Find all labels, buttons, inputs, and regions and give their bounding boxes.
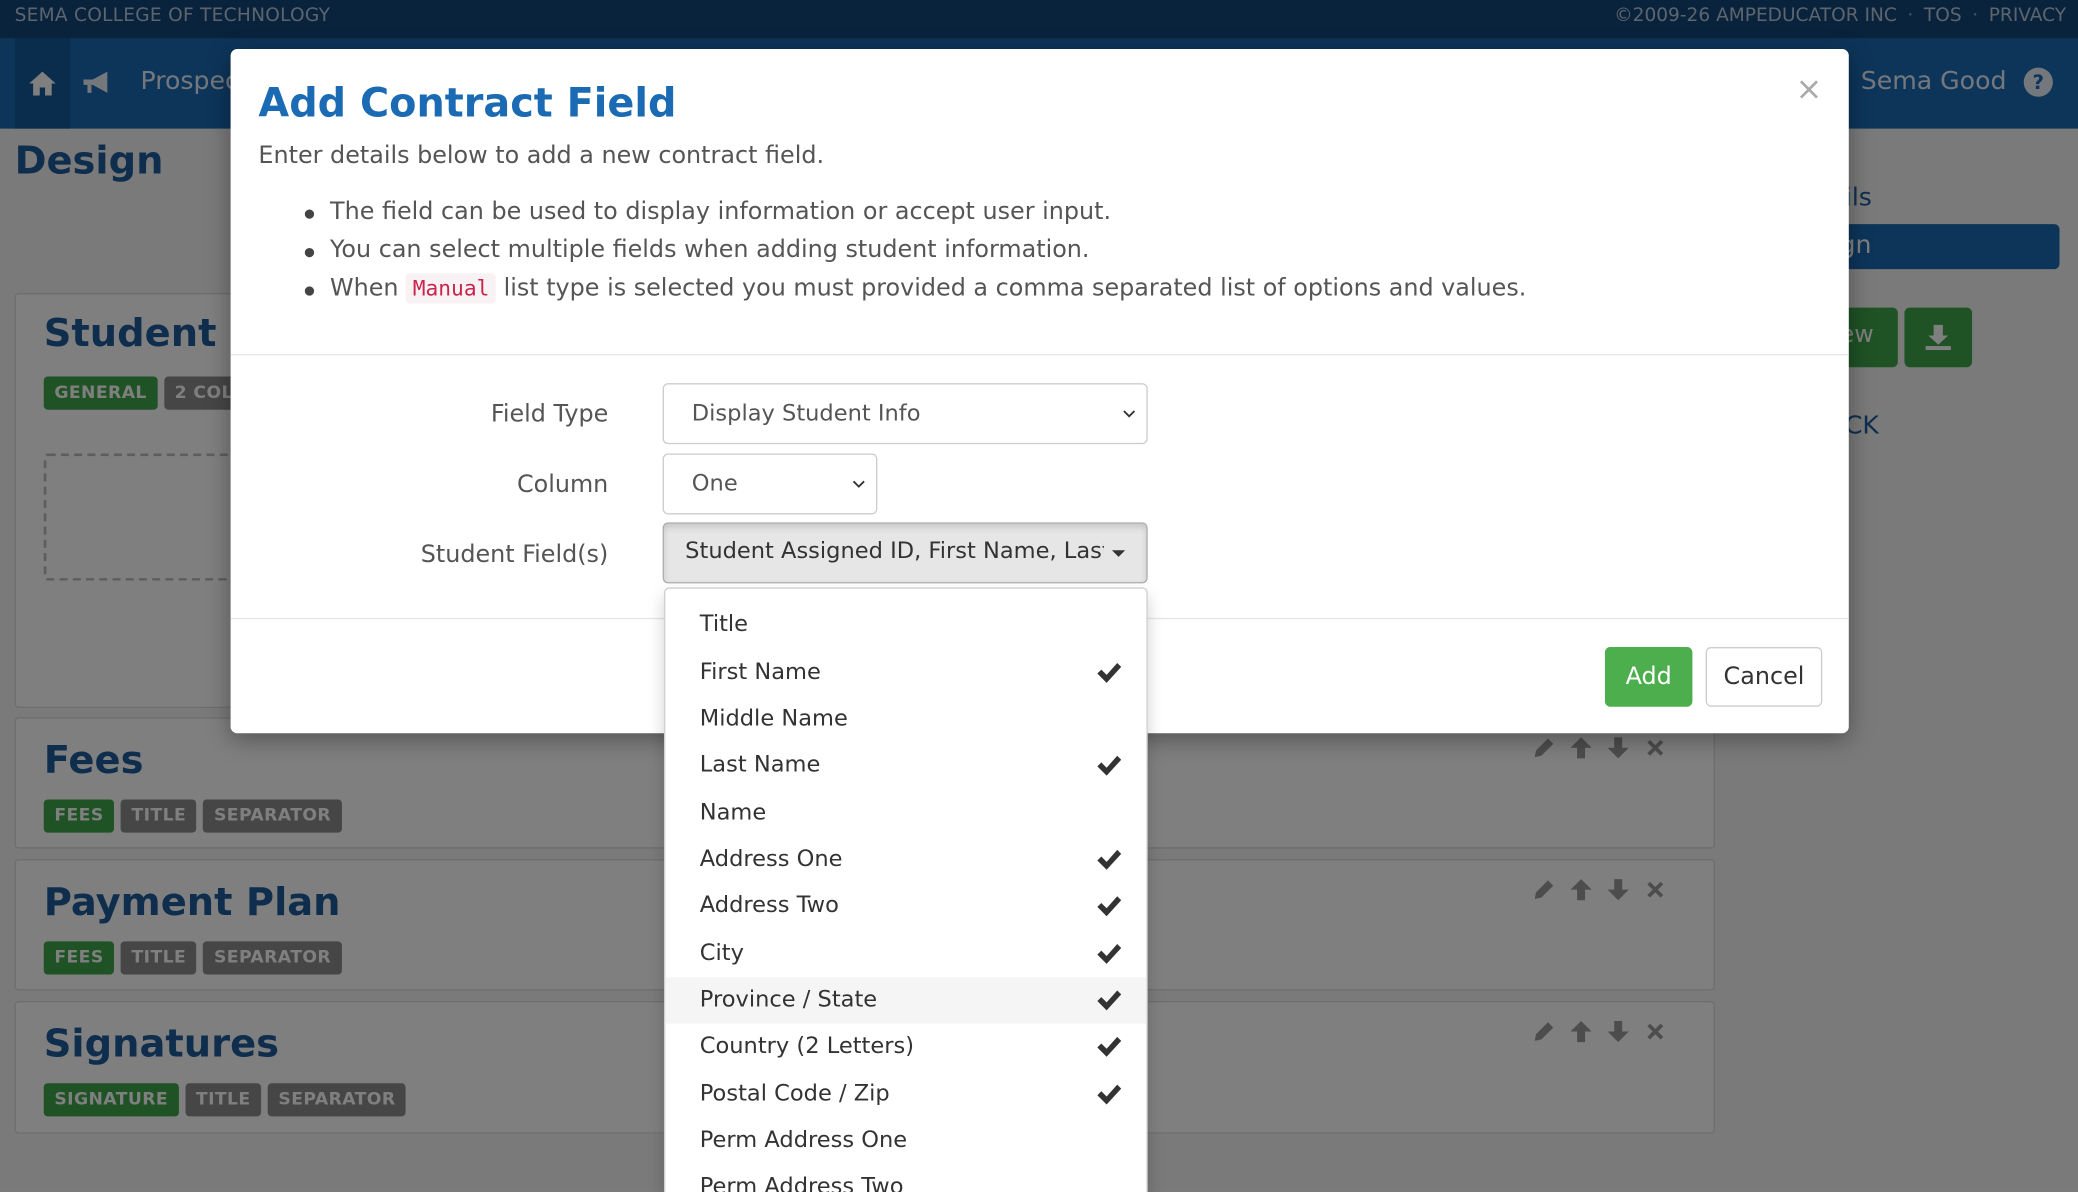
dropdown-option[interactable]: Address Two bbox=[665, 883, 1146, 929]
dropdown-option-label: Province / State bbox=[699, 986, 878, 1013]
checkmark-icon bbox=[1097, 662, 1122, 683]
field-type-select[interactable]: Display Student Info bbox=[662, 383, 1148, 445]
column-select[interactable]: One bbox=[662, 453, 878, 515]
dropdown-option[interactable]: Name bbox=[665, 790, 1146, 836]
caret-down-icon bbox=[1111, 550, 1126, 557]
instruction-text: list type is selected you must provided … bbox=[503, 274, 1527, 303]
student-fields-value: Student Assigned ID, First Name, Last Na… bbox=[685, 538, 1104, 565]
dropdown-option[interactable]: Perm Address Two bbox=[665, 1164, 1146, 1192]
app-stage: SEMA COLLEGE OF TECHNOLOGY ©2009-26 AMPE… bbox=[0, 0, 2078, 1192]
dropdown-option[interactable]: Address One bbox=[665, 837, 1146, 883]
column-value: One bbox=[691, 470, 738, 498]
divider bbox=[230, 354, 1849, 356]
chevron-down-icon bbox=[852, 480, 865, 488]
dropdown-option[interactable]: First Name bbox=[665, 650, 1146, 696]
dropdown-option[interactable]: Middle Name bbox=[665, 696, 1146, 742]
dropdown-option-label: Perm Address One bbox=[699, 1127, 908, 1154]
dropdown-option[interactable]: Province / State bbox=[665, 977, 1147, 1024]
dropdown-option-label: Title bbox=[699, 611, 749, 638]
checkmark-icon bbox=[1097, 896, 1122, 917]
checkmark-icon bbox=[1097, 849, 1122, 870]
dropdown-option[interactable]: City bbox=[665, 931, 1146, 977]
instruction-item: When Manual list type is selected you mu… bbox=[304, 273, 1527, 312]
instruction-item: The field can be used to display informa… bbox=[304, 198, 1526, 236]
chevron-down-icon bbox=[1123, 410, 1136, 418]
dropdown-option-label: First Name bbox=[699, 658, 821, 686]
dropdown-option[interactable]: Last Name bbox=[665, 743, 1146, 789]
dropdown-option-label: Perm Address Two bbox=[699, 1173, 904, 1192]
instruction-item: You can select multiple fields when addi… bbox=[304, 236, 1526, 274]
checkmark-icon bbox=[1097, 990, 1122, 1011]
dropdown-option[interactable]: Postal Code / Zip bbox=[665, 1071, 1146, 1117]
dropdown-option[interactable]: Perm Address One bbox=[665, 1118, 1146, 1164]
student-fields-label: Student Field(s) bbox=[420, 540, 609, 569]
modal-instructions: The field can be used to display informa… bbox=[304, 198, 1527, 313]
cancel-button[interactable]: Cancel bbox=[1705, 647, 1823, 707]
dropdown-option-label: Last Name bbox=[699, 751, 821, 779]
checkmark-icon bbox=[1097, 1084, 1122, 1105]
dropdown-option-label: Address One bbox=[699, 845, 843, 873]
add-button[interactable]: Add bbox=[1604, 647, 1693, 707]
dropdown-option[interactable]: Country (2 Letters) bbox=[665, 1024, 1146, 1070]
manual-code: Manual bbox=[406, 273, 496, 304]
student-fields-dropdown: Title First Name Middle Name Last Name Name A… bbox=[663, 587, 1148, 1192]
column-label: Column bbox=[516, 470, 609, 499]
dropdown-option-label: Address Two bbox=[699, 892, 839, 919]
dropdown-option-label: Name bbox=[699, 799, 767, 827]
dropdown-option-label: Middle Name bbox=[699, 705, 848, 732]
checkmark-icon bbox=[1097, 1036, 1122, 1057]
instruction-text: When bbox=[329, 274, 399, 303]
checkmark-icon bbox=[1097, 944, 1122, 964]
checkmark-icon bbox=[1097, 755, 1122, 776]
field-type-label: Field Type bbox=[490, 400, 609, 429]
dropdown-option-label: City bbox=[699, 940, 744, 967]
field-type-value: Display Student Info bbox=[691, 400, 921, 427]
modal-title: Add Contract Field bbox=[258, 80, 677, 128]
dropdown-option-label: Country (2 Letters) bbox=[699, 1032, 915, 1060]
modal-subtitle: Enter details below to add a new contrac… bbox=[258, 141, 825, 170]
dropdown-option-label: Postal Code / Zip bbox=[699, 1080, 890, 1108]
dropdown-option[interactable]: Title bbox=[665, 602, 1146, 648]
close-icon[interactable]: × bbox=[1796, 73, 1823, 105]
student-fields-multiselect[interactable]: Student Assigned ID, First Name, Last Na… bbox=[662, 522, 1148, 584]
